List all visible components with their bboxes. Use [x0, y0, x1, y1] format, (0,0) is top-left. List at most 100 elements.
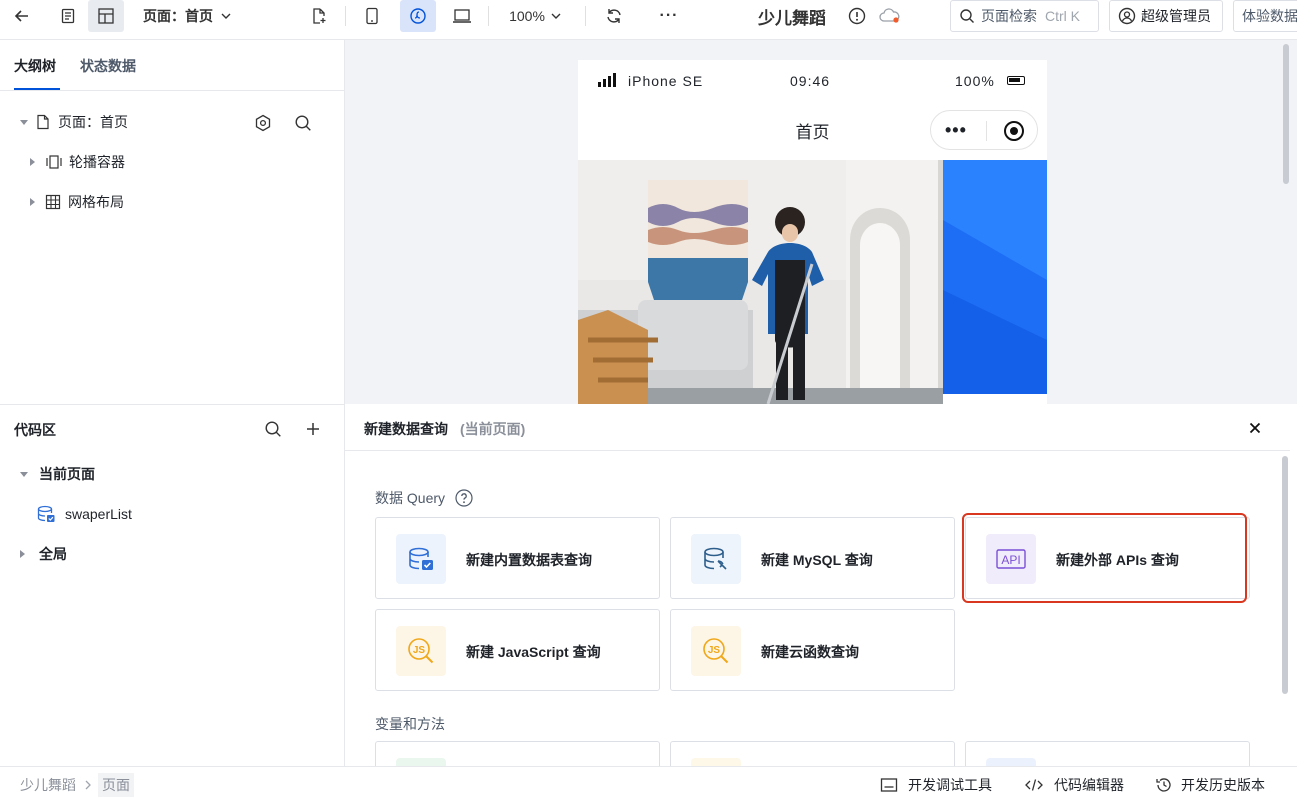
page-search-shortcut: Ctrl K [1045, 8, 1080, 24]
laptop-icon [453, 9, 471, 23]
cloud-sync-button[interactable] [876, 0, 904, 32]
hexagon-settings-icon [255, 114, 271, 132]
layout-button[interactable] [88, 0, 124, 32]
desktop-view-button[interactable] [448, 0, 476, 32]
highlight-outline [962, 513, 1247, 603]
caret-right-icon [30, 158, 35, 166]
search-icon [960, 9, 974, 23]
code-editor-button[interactable]: 代码编辑器 [1024, 767, 1124, 802]
caret-right-icon [20, 550, 25, 558]
chevron-right-icon [85, 780, 91, 790]
section-title: 数据 Query [375, 490, 446, 506]
phone-preview: iPhone SE 09:46 100% 首页 ••• [578, 60, 1047, 404]
tree-node-grid[interactable]: 网格布局 [30, 192, 124, 212]
add-page-button[interactable] [305, 0, 333, 32]
help-icon[interactable] [455, 489, 473, 507]
file-add-icon [313, 8, 326, 24]
capsule-close-icon[interactable] [1004, 121, 1024, 141]
close-panel-button[interactable] [1243, 416, 1267, 440]
debug-tools-button[interactable]: 开发调试工具 [880, 767, 992, 802]
code-group-label: 当前页面 [39, 466, 95, 482]
card-mysql-query[interactable]: 新建 MySQL 查询 [670, 517, 955, 599]
section-data-query: 数据 Query [375, 488, 473, 508]
page-search-box[interactable]: 页面检索 Ctrl K [950, 0, 1099, 32]
code-group-global[interactable]: 全局 [20, 544, 67, 564]
refresh-button[interactable] [600, 0, 628, 32]
panel-subtitle: (当前页面) [460, 421, 526, 437]
miniprogram-view-button[interactable] [400, 0, 436, 32]
tree-node-carousel[interactable]: 轮播容器 [30, 152, 125, 172]
trial-data-button[interactable]: 体验数据 [1233, 0, 1297, 32]
page-settings-button[interactable] [252, 112, 274, 134]
code-panel-title: 代码区 [14, 422, 56, 438]
card-javascript-query[interactable]: JS 新建 JavaScript 查询 [375, 609, 660, 691]
trial-data-label: 体验数据 [1242, 8, 1297, 24]
outline-panel: 大纲树 状态数据 页面：首页 轮播容器 网格布局 [0, 40, 345, 404]
phone-time: 09:46 [790, 73, 831, 89]
carousel-image [578, 160, 1047, 404]
builtin-db-icon [37, 505, 55, 522]
outline-search-button[interactable] [292, 112, 314, 134]
card-builtin-db-query[interactable]: 新建内置数据表查询 [375, 517, 660, 599]
history-button[interactable]: 开发历史版本 [1155, 767, 1265, 802]
user-menu-label: 超级管理员 [1141, 8, 1211, 24]
add-code-button[interactable] [302, 417, 324, 441]
code-icon [1025, 779, 1043, 791]
caret-down-icon [20, 471, 28, 477]
history-icon [1156, 778, 1171, 792]
card-label: 新建云函数查询 [761, 644, 859, 660]
phone-battery-level: 100% [955, 73, 995, 89]
search-icon [295, 115, 311, 131]
code-search-button[interactable] [262, 417, 284, 441]
miniprogram-icon [410, 8, 426, 24]
code-group-current-page[interactable]: 当前页面 [20, 464, 95, 484]
breadcrumb-app[interactable]: 少儿舞蹈 [20, 775, 76, 795]
breadcrumb-page[interactable]: 页面 [98, 773, 134, 797]
more-button[interactable]: ··· [655, 0, 683, 32]
back-button[interactable] [8, 0, 36, 32]
battery-icon [1007, 76, 1025, 85]
card-label: 新建 MySQL 查询 [761, 552, 873, 568]
tree-node-page-home[interactable]: 页面：首页 [20, 112, 128, 132]
card-icon-box [691, 534, 741, 584]
cloud-icon [879, 8, 900, 23]
tab-outline[interactable]: 大纲树 [14, 56, 56, 76]
page-list-button[interactable] [52, 0, 84, 32]
breadcrumb: 少儿舞蹈 页面 [20, 767, 134, 802]
mobile-view-button[interactable] [358, 0, 386, 32]
card-cloud-function-query[interactable]: JS 新建云函数查询 [670, 609, 955, 691]
panel-scrollbar[interactable] [1282, 456, 1288, 694]
arrow-left-icon [14, 10, 28, 22]
card-icon-box [396, 534, 446, 584]
more-icon: ··· [659, 7, 679, 24]
new-query-panel: 新建数据查询 (当前页面) 数据 Query 新建内置数据表查询 新建 MySQ… [345, 404, 1290, 788]
alert-icon [848, 7, 866, 25]
js-icon: JS [408, 638, 434, 664]
capsule-more-icon[interactable]: ••• [945, 120, 967, 141]
card-icon-box: JS [396, 626, 446, 676]
canvas-scrollbar[interactable] [1283, 44, 1289, 184]
chevron-down-icon [221, 13, 231, 19]
code-item-swaperlist[interactable]: swaperList [36, 504, 132, 524]
plus-icon [307, 423, 319, 435]
page-search-label: 页面检索 [981, 8, 1037, 24]
zoom-value: 100% [509, 8, 545, 24]
capsule-menu[interactable]: ••• [930, 110, 1038, 150]
debug-tools-label: 开发调试工具 [908, 777, 992, 793]
code-item-label: swaperList [65, 506, 132, 522]
card-label: 新建 JavaScript 查询 [466, 644, 601, 660]
zoom-selector[interactable]: 100% [505, 0, 565, 32]
page-file-icon [37, 114, 49, 130]
mobile-icon [366, 7, 378, 25]
tab-state-data[interactable]: 状态数据 [80, 56, 136, 76]
phone-carrier: iPhone SE [628, 73, 704, 89]
tree-node-label: 轮播容器 [69, 154, 125, 170]
code-panel: 代码区 当前页面 swaperList 全局 [0, 404, 345, 766]
card-label: 新建内置数据表查询 [466, 552, 592, 568]
layout-icon [98, 8, 114, 24]
user-menu-button[interactable]: 超级管理员 [1109, 0, 1223, 32]
history-label: 开发历史版本 [1181, 777, 1265, 793]
info-button[interactable] [844, 0, 870, 32]
page-selector[interactable]: 页面：首页 [143, 0, 243, 32]
signal-icon [598, 73, 616, 87]
